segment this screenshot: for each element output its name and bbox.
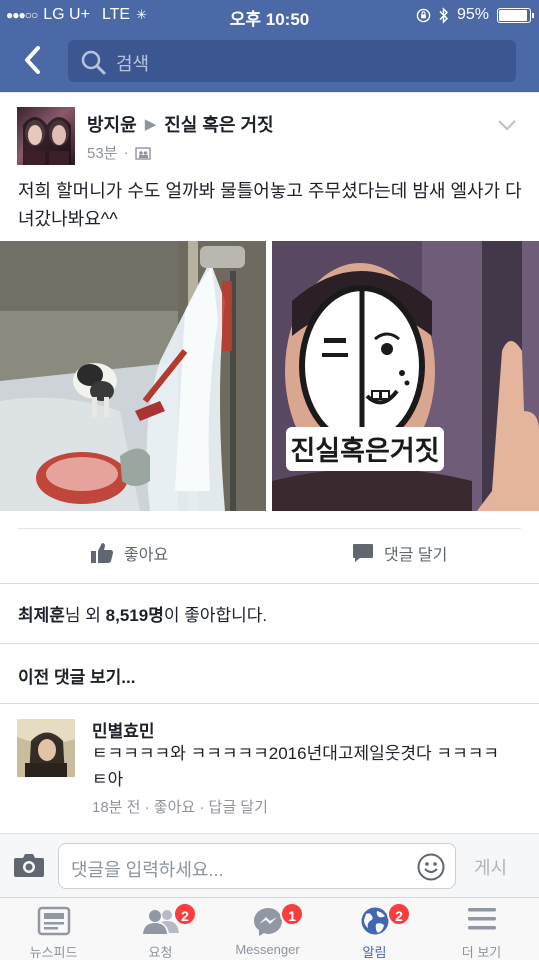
battery-icon bbox=[497, 7, 534, 23]
like-label: 좋아요 bbox=[124, 547, 169, 564]
likes-end: 이 좋아합니다. bbox=[163, 606, 268, 625]
orientation-lock-icon bbox=[416, 8, 431, 22]
back-arrow-icon[interactable] bbox=[20, 42, 46, 78]
tab-more[interactable]: 더 보기 bbox=[428, 898, 535, 960]
post-header: 방지윤 ▶ 진실 혹은 거짓 bbox=[87, 111, 274, 137]
comment-bubble-icon bbox=[353, 544, 373, 562]
likes-bottom-separator bbox=[0, 643, 539, 644]
comments-separator bbox=[0, 703, 539, 704]
post-text: 저희 할머니가 수도 얼까봐 물틀어놓고 주무셨다는데 밤새 엘사가 다녀갔나봐… bbox=[18, 181, 522, 229]
comment-label: 댓글 달기 bbox=[384, 547, 448, 564]
group-privacy-icon bbox=[134, 146, 151, 160]
battery-fill bbox=[499, 9, 527, 21]
status-bar: ●●●○○ LG U+ LTE ✳ 오후 10:50 95% bbox=[0, 0, 539, 30]
tab-requests[interactable]: 2 요청 bbox=[107, 898, 214, 960]
battery-percent: 95% bbox=[456, 6, 489, 23]
tab-label: 알림 bbox=[362, 945, 387, 960]
post-comment-button[interactable]: 게시 bbox=[474, 854, 507, 880]
comment-composer: 댓글을 입력하세요... 게시 bbox=[0, 833, 539, 897]
previous-comments-link[interactable]: 이전 댓글 보기... bbox=[18, 663, 135, 688]
post-photo-logo[interactable]: 진실혹은거짓 bbox=[272, 241, 539, 511]
commenter-photo bbox=[17, 719, 75, 777]
comment-placeholder: 댓글을 입력하세요... bbox=[71, 860, 224, 880]
actions-divider bbox=[18, 528, 521, 529]
author-name[interactable]: 방지윤 bbox=[87, 111, 137, 137]
tab-news-feed[interactable]: 뉴스피드 bbox=[0, 898, 107, 960]
likes-count: 8,519명 bbox=[105, 606, 164, 625]
menu-icon bbox=[467, 908, 496, 930]
camera-icon[interactable] bbox=[13, 852, 45, 878]
status-right: 95% bbox=[416, 6, 534, 24]
commenter-avatar[interactable] bbox=[17, 719, 75, 777]
tab-label: Messenger bbox=[235, 942, 300, 957]
likes-first-name: 최제훈 bbox=[18, 606, 65, 625]
meta-separator: · bbox=[123, 144, 129, 161]
requests-badge: 2 bbox=[173, 902, 197, 926]
likes-summary[interactable]: 최제훈님 외 8,519명이 좋아합니다. bbox=[18, 601, 267, 626]
comment-input[interactable]: 댓글을 입력하세요... bbox=[58, 843, 456, 889]
commenter-name[interactable]: 민별효민 bbox=[92, 717, 155, 742]
comment-meta[interactable]: 18분 전 · 좋아요 · 답글 달기 bbox=[92, 796, 268, 817]
likes-mid: 님 외 bbox=[64, 606, 106, 625]
messenger-badge: 1 bbox=[280, 902, 304, 926]
search-input[interactable]: 검색 bbox=[68, 40, 516, 82]
search-icon bbox=[81, 50, 106, 75]
like-button[interactable]: 좋아요 bbox=[90, 541, 168, 565]
arrow-right-icon: ▶ bbox=[144, 116, 157, 133]
post-photo-frozen-yard[interactable] bbox=[0, 241, 266, 511]
tab-label: 더 보기 bbox=[461, 945, 502, 960]
bluetooth-icon bbox=[439, 6, 449, 24]
globe-icon bbox=[361, 907, 388, 935]
post-card: 방지윤 ▶ 진실 혹은 거짓 53분 · 저희 할머니가 수도 얼까봐 물틀어놓… bbox=[0, 93, 539, 833]
post-time[interactable]: 53분 bbox=[87, 142, 118, 163]
news-feed-icon bbox=[37, 906, 70, 936]
comment-text: ㅌㅋㅋㅋㅋ와 ㅋㅋㅋㅋㅋ2016년대고제일웃겻다 ㅋㅋㅋㅋㅌ아 bbox=[92, 744, 499, 789]
thumbs-up-icon bbox=[91, 543, 113, 563]
top-bar: ●●●○○ LG U+ LTE ✳ 오후 10:50 95% 검색 bbox=[0, 0, 539, 92]
tab-messenger[interactable]: 1 Messenger bbox=[214, 898, 321, 960]
likes-top-separator bbox=[0, 583, 539, 584]
chevron-down-icon[interactable] bbox=[497, 119, 517, 131]
emoji-icon[interactable] bbox=[417, 853, 445, 881]
comment-button[interactable]: 댓글 달기 bbox=[352, 541, 447, 565]
avatar-photo bbox=[23, 117, 71, 165]
group-name[interactable]: 진실 혹은 거짓 bbox=[164, 111, 273, 137]
tab-label: 요청 bbox=[148, 945, 173, 960]
post-meta: 53분 · bbox=[87, 142, 151, 163]
tab-label: 뉴스피드 bbox=[29, 945, 78, 960]
notifications-badge: 2 bbox=[387, 902, 411, 926]
frozen-yard-illustration bbox=[0, 241, 266, 511]
search-placeholder: 검색 bbox=[116, 54, 150, 74]
logo-face-illustration: 진실혹은거짓 bbox=[272, 241, 539, 511]
author-avatar[interactable] bbox=[17, 107, 75, 165]
tab-notifications[interactable]: 2 알림 bbox=[321, 898, 428, 960]
logo-text: 진실혹은거짓 bbox=[290, 436, 439, 467]
tab-bar: 뉴스피드 2 요청 1 Messenger 2 알림 더 보기 bbox=[0, 897, 539, 960]
messenger-icon bbox=[253, 908, 282, 936]
